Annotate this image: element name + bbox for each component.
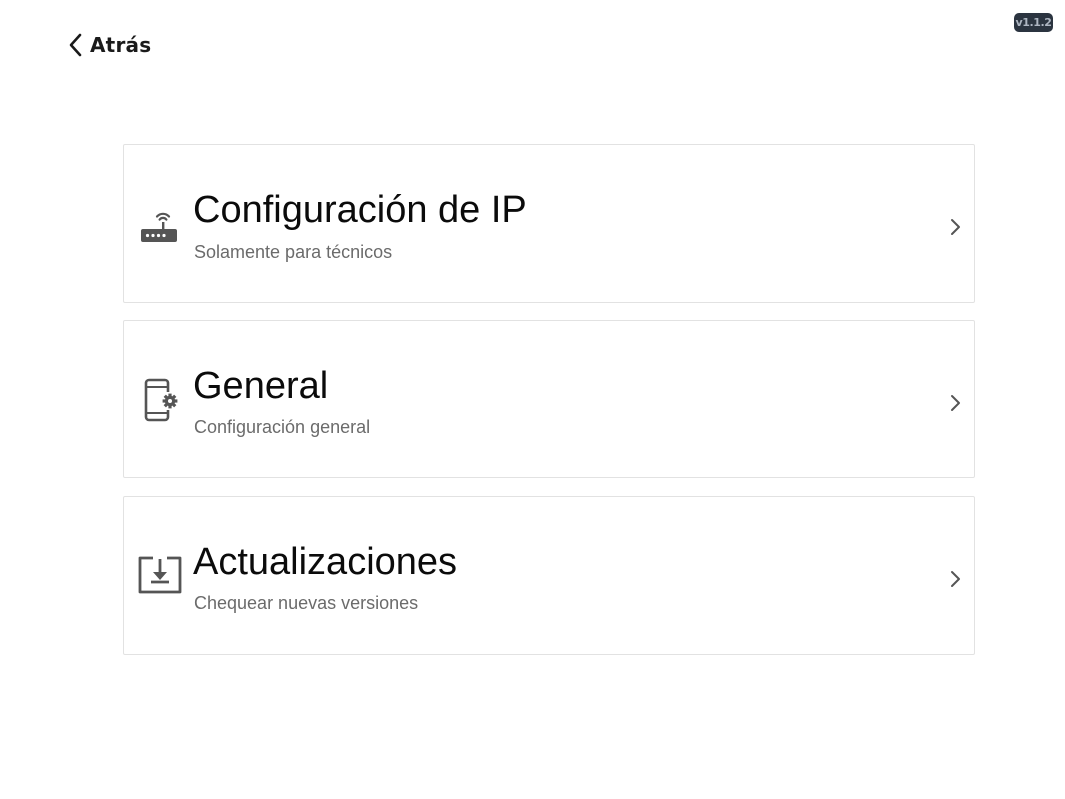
settings-menu: Configuración de IP Solamente para técni… <box>123 144 975 655</box>
menu-item-subtitle: Solamente para técnicos <box>194 242 393 262</box>
settings-screen: Atrás v1.1.2 Configuración de IP Solamen… <box>0 0 1065 799</box>
back-button[interactable]: Atrás <box>66 30 151 60</box>
chevron-left-icon <box>69 33 82 57</box>
download-tray-icon <box>136 551 184 599</box>
back-label: Atrás <box>90 33 152 57</box>
version-badge: v1.1.2 <box>1014 13 1053 32</box>
chevron-right-icon <box>948 392 962 414</box>
menu-item-title: General <box>193 365 329 407</box>
menu-item-subtitle: Configuración general <box>194 417 371 437</box>
menu-item-subtitle: Chequear nuevas versiones <box>194 593 419 613</box>
menu-item-title: Configuración de IP <box>193 189 527 231</box>
menu-item-ip-config[interactable]: Configuración de IP Solamente para técni… <box>123 144 975 303</box>
router-wifi-icon <box>136 201 184 249</box>
menu-item-general[interactable]: General Configuración general <box>123 320 975 478</box>
chevron-right-icon <box>948 216 962 238</box>
chevron-right-icon <box>948 568 962 590</box>
menu-item-updates[interactable]: Actualizaciones Chequear nuevas versione… <box>123 496 975 655</box>
phone-settings-icon <box>136 376 184 424</box>
menu-item-title: Actualizaciones <box>193 541 458 583</box>
